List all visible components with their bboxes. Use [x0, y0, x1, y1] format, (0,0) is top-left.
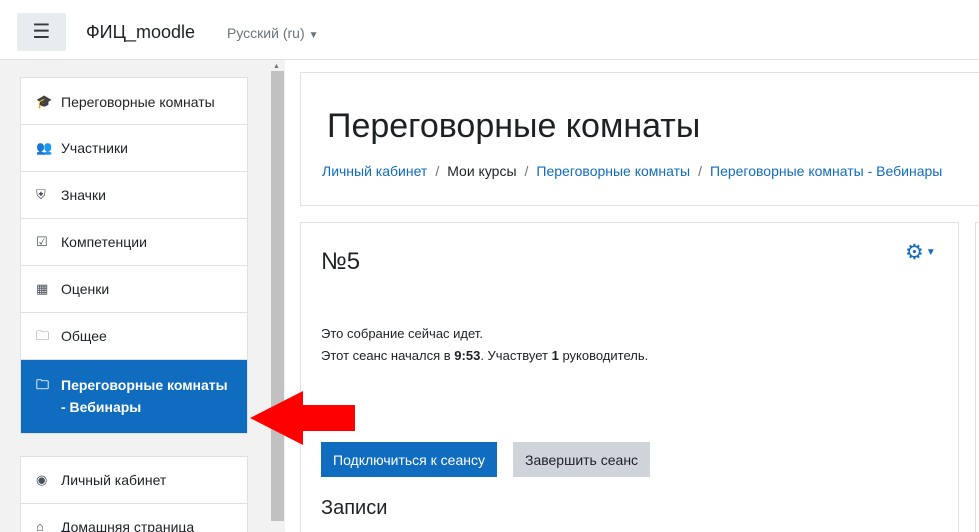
end-session-button[interactable]: Завершить сеанс [513, 442, 651, 477]
folder-icon: 🗀 [36, 377, 50, 392]
moderator-count: 1 [551, 348, 559, 363]
sidebar-item-label: Переговорные комнаты [61, 94, 215, 110]
status-line-2: Этот сеанс начался в 9:53. Участвует 1 р… [321, 345, 648, 367]
check-square-icon: ☑ [36, 234, 48, 249]
language-label: Русский ‎(ru)‎ [227, 25, 305, 41]
sidebar-item-webinars[interactable]: 🗀 Переговорные комнаты - Вебинары [21, 360, 247, 433]
breadcrumb-course[interactable]: Переговорные комнаты [536, 163, 690, 179]
status-text: . Участвует [480, 348, 552, 363]
sidebar-item-course[interactable]: 🎓 Переговорные комнаты [21, 78, 247, 125]
graduation-cap-icon: 🎓 [36, 94, 53, 109]
language-menu[interactable]: Русский ‎(ru)‎ ▼ [227, 25, 319, 41]
sidebar-item-label: Оценки [61, 281, 110, 297]
page-header: Переговорные комнаты Личный кабинет / Мои … [300, 72, 979, 206]
users-icon: 👥 [36, 140, 53, 155]
scroll-up-icon[interactable]: ▲ [273, 63, 280, 70]
status-text: Этот сеанс начался в [321, 348, 455, 363]
sidebar-item-grades[interactable]: ▦ Оценки [21, 266, 247, 313]
annotation-arrow-icon [250, 391, 355, 445]
table-icon: ▦ [36, 281, 49, 296]
menu-toggle-button[interactable]: ☰ [17, 13, 66, 51]
top-navbar: ☰ ФИЦ_moodle Русский ‎(ru)‎ ▼ [0, 0, 979, 60]
sidebar-item-label: Личный кабинет [61, 472, 167, 488]
shield-icon: ⛨ [36, 187, 46, 202]
gear-icon: ⚙ [905, 241, 924, 264]
sidebar-item-label: Участники [61, 140, 128, 156]
activity-title: №5 [321, 248, 361, 275]
breadcrumb-separator: / [524, 163, 529, 179]
sidebar-item-label: Значки [61, 187, 106, 203]
dashboard-icon: ◉ [36, 472, 48, 487]
status-line-1: Это собрание сейчас идет. [321, 326, 483, 341]
breadcrumb-dashboard[interactable]: Личный кабинет [322, 163, 427, 179]
sidebar-item-badges[interactable]: ⛨ Значки [21, 172, 247, 219]
sidebar-item-label: Домашняя страница [61, 519, 195, 532]
start-time: 9:53 [454, 348, 481, 363]
sidebar-item-general[interactable]: 🗀 Общее [21, 313, 247, 360]
annotation-arrow-shape [250, 391, 355, 445]
breadcrumb-my-courses: Мои курсы [447, 163, 517, 179]
site-name[interactable]: ФИЦ_moodle [86, 22, 195, 43]
drawer-scrollbar[interactable]: ▲ [270, 60, 285, 532]
sidebar-item-label: Общее [61, 328, 107, 344]
course-nav-list: 🎓 Переговорные комнаты 👥 Участники ⛨ Зна… [20, 77, 248, 434]
activity-card: №5 ⚙ ▼ Это собрание сейчас идет. Этот сеа… [300, 222, 959, 532]
activity-actions-menu[interactable]: ⚙ ▼ [905, 240, 936, 265]
side-block [975, 222, 979, 532]
sidebar-item-participants[interactable]: 👥 Участники [21, 125, 247, 172]
sidebar-item-competencies[interactable]: ☑ Компетенции [21, 219, 247, 266]
sidebar-item-dashboard[interactable]: ◉ Личный кабинет [21, 457, 247, 504]
home-icon: ⌂ [36, 519, 44, 532]
status-text: руководитель. [558, 348, 649, 363]
page-title: Переговорные комнаты [327, 107, 701, 145]
folder-icon: 🗀 [36, 328, 50, 343]
sidebar-item-label: Компетенции [61, 234, 147, 250]
sidebar-item-home[interactable]: ⌂ Домашняя страница [21, 504, 247, 532]
recordings-title: Записи [321, 497, 388, 519]
breadcrumb-section[interactable]: Переговорные комнаты - Вебинары [710, 163, 942, 179]
breadcrumb-separator: / [698, 163, 703, 179]
nav-drawer: 🎓 Переговорные комнаты 👥 Участники ⛨ Зна… [0, 60, 285, 532]
breadcrumb: Личный кабинет / Мои курсы / Переговорные ко… [322, 163, 942, 179]
hamburger-icon: ☰ [32, 21, 51, 43]
caret-down-icon: ▼ [308, 30, 319, 41]
session-status: Это собрание сейчас идет. Этот сеанс нач… [321, 323, 648, 367]
site-nav-list: ◉ Личный кабинет ⌂ Домашняя страница [20, 456, 248, 532]
breadcrumb-separator: / [435, 163, 440, 179]
caret-down-icon: ▼ [925, 247, 936, 258]
scrollbar-thumb[interactable] [271, 71, 284, 521]
sidebar-item-label: Переговорные комнаты - Вебинары [61, 377, 228, 415]
